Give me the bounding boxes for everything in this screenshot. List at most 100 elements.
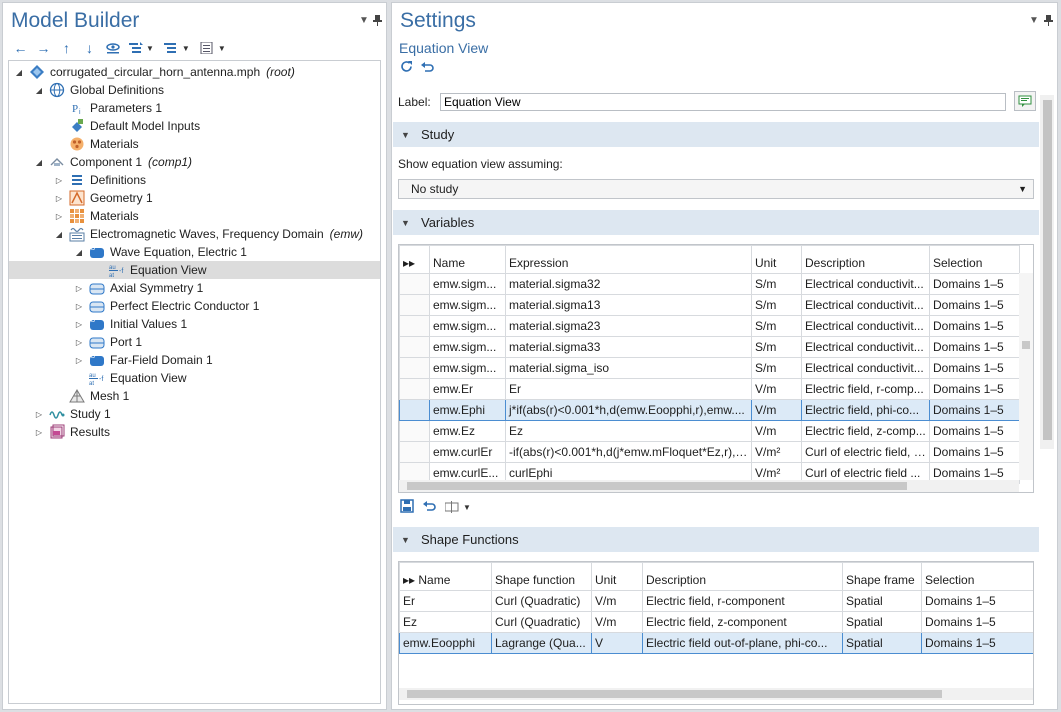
back-arrow-icon[interactable]: ← (11, 39, 30, 57)
pin-icon[interactable] (373, 15, 382, 29)
tree-item[interactable]: ◢ Electromagnetic Waves, Frequency Domain… (9, 225, 380, 243)
table-row[interactable]: emw.Ez Ez V/m Electric field, z-comp... Doma… (399, 420, 1020, 442)
tree-item[interactable]: ◢ D Wave Equation, Electric 1 (9, 243, 380, 261)
tree-item[interactable]: Default Model Inputs (9, 117, 380, 135)
tree-item[interactable]: ▷ Perfect Electric Conductor 1 (9, 297, 380, 315)
table-cell[interactable]: Electrical conductivit... (801, 294, 930, 316)
panel-menu-icon[interactable]: ▼ (359, 15, 369, 26)
row-header[interactable] (399, 336, 430, 358)
table-cell[interactable]: Domains 1–5 (929, 420, 1020, 442)
collapsed-toggle-icon[interactable]: ▷ (73, 282, 85, 294)
table-cell[interactable]: Spatial (842, 632, 922, 654)
table-cell[interactable]: Electric field, r-component (642, 590, 843, 612)
table-cell[interactable]: Electric field, z-component (642, 611, 843, 633)
column-header[interactable]: Expression (505, 245, 752, 274)
variables-vertical-scrollbar[interactable] (1019, 273, 1033, 480)
table-cell[interactable]: Electrical conductivit... (801, 273, 930, 295)
table-cell[interactable]: Domains 1–5 (929, 441, 1020, 463)
tree-item[interactable]: ◢ Component 1 (comp1) (9, 153, 380, 171)
collapsed-toggle-icon[interactable]: ▷ (33, 426, 45, 438)
undo-icon[interactable] (422, 499, 437, 516)
column-header[interactable]: Description (642, 562, 843, 591)
tree-item[interactable]: ▷ D Initial Values 1 (9, 315, 380, 333)
list-view-dropdown-icon[interactable]: ▼ (218, 44, 226, 53)
expand-sections-icon[interactable] (126, 39, 145, 57)
table-row[interactable]: Er Curl (Quadratic) V/m Electric field, r-c… (399, 590, 1033, 612)
tree-item[interactable]: Materials (9, 135, 380, 153)
tree-item[interactable]: ◢ Global Definitions (9, 81, 380, 99)
table-cell[interactable]: Electrical conductivit... (801, 315, 930, 337)
tree-item[interactable]: Pi Parameters 1 (9, 99, 380, 117)
collapsed-toggle-icon[interactable]: ▷ (73, 354, 85, 366)
move-up-icon[interactable]: ↑ (57, 39, 76, 57)
table-cell[interactable]: Spatial (842, 611, 922, 633)
table-cell[interactable]: Electric field, r-comp... (801, 378, 930, 400)
column-header[interactable]: Description (801, 245, 930, 274)
table-cell[interactable]: Domains 1–5 (921, 611, 1033, 633)
table-cell[interactable]: Domains 1–5 (921, 632, 1033, 654)
tree-item[interactable]: ▷ Geometry 1 (9, 189, 380, 207)
table-cell[interactable]: emw.sigm... (429, 336, 506, 358)
table-cell[interactable]: V/m² (751, 441, 802, 463)
table-cell[interactable]: Electrical conductivit... (801, 357, 930, 379)
expand-columns-icon[interactable]: ▸▸ (399, 245, 430, 274)
table-row[interactable]: emw.sigm... material.sigma33 S/m Electrical… (399, 336, 1020, 358)
table-cell[interactable]: V/m (591, 611, 643, 633)
table-cell[interactable]: S/m (751, 315, 802, 337)
tree-item[interactable]: ▷ Definitions (9, 171, 380, 189)
forward-arrow-icon[interactable]: → (34, 39, 53, 57)
table-cell[interactable]: emw.Ez (429, 420, 506, 442)
row-header[interactable] (399, 357, 430, 379)
table-cell[interactable]: Domains 1–5 (929, 357, 1020, 379)
table-cell[interactable]: Ez (399, 611, 492, 633)
table-row[interactable]: Ez Curl (Quadratic) V/m Electric field, z-c… (399, 611, 1033, 633)
save-icon[interactable] (400, 499, 414, 516)
table-cell[interactable]: Curl of electric field, r... (801, 441, 930, 463)
table-cell[interactable]: -if(abs(r)<0.001*h,d(j*emw.mFloquet*Ez,r… (505, 441, 752, 463)
expanded-toggle-icon[interactable]: ◢ (33, 156, 45, 168)
table-cell[interactable]: Domains 1–5 (929, 273, 1020, 295)
expanded-toggle-icon[interactable]: ◢ (53, 228, 65, 240)
settings-pin-icon[interactable] (1044, 15, 1053, 29)
tree-item[interactable]: au at -f Equation View (9, 261, 380, 279)
column-header[interactable]: Name (429, 245, 506, 274)
tree-item[interactable]: ▷ Materials (9, 207, 380, 225)
table-cell[interactable]: material.sigma13 (505, 294, 752, 316)
table-row[interactable]: emw.Ephi j*if(abs(r)<0.001*h,d(emw.Eoopph… (399, 399, 1020, 421)
table-cell[interactable]: emw.sigm... (429, 357, 506, 379)
study-section-header[interactable]: ▼ Study (393, 122, 1039, 147)
collapsed-toggle-icon[interactable]: ▷ (53, 192, 65, 204)
table-cell[interactable]: V/m (591, 590, 643, 612)
tree-item[interactable]: Mesh 1 (9, 387, 380, 405)
tree-item[interactable]: ▷ D Far-Field Domain 1 (9, 351, 380, 369)
table-cell[interactable]: Lagrange (Qua... (491, 632, 592, 654)
collapse-dropdown-icon[interactable]: ▼ (182, 44, 190, 53)
expanded-toggle-icon[interactable]: ◢ (13, 66, 25, 78)
table-cell[interactable]: Domains 1–5 (929, 336, 1020, 358)
table-cell[interactable]: Electric field, phi-co... (801, 399, 930, 421)
variables-horizontal-scrollbar[interactable] (399, 480, 1019, 492)
row-header[interactable] (399, 441, 430, 463)
move-down-icon[interactable]: ↓ (80, 39, 99, 57)
study-select[interactable]: No study ▼ (398, 179, 1034, 199)
row-header[interactable] (399, 399, 430, 421)
table-row[interactable]: emw.Er Er V/m Electric field, r-comp... Doma… (399, 378, 1020, 400)
shape-functions-section-header[interactable]: ▼ Shape Functions (393, 527, 1039, 552)
table-cell[interactable]: Domains 1–5 (929, 378, 1020, 400)
column-header[interactable]: ▸▸ Name (399, 562, 492, 591)
refresh-icon[interactable] (399, 59, 414, 77)
expanded-toggle-icon[interactable]: ◢ (73, 246, 85, 258)
table-cell[interactable]: Ez (505, 420, 752, 442)
table-row[interactable]: emw.sigm... material.sigma_iso S/m Electric… (399, 357, 1020, 379)
tree-item[interactable]: ▷ Port 1 (9, 333, 380, 351)
tree-item[interactable]: ▷ Axial Symmetry 1 (9, 279, 380, 297)
collapse-sections-icon[interactable] (162, 39, 181, 57)
table-cell[interactable]: emw.sigm... (429, 294, 506, 316)
reset-icon[interactable] (420, 59, 435, 77)
row-header[interactable] (399, 420, 430, 442)
table-cell[interactable]: Domains 1–5 (929, 294, 1020, 316)
row-header[interactable] (399, 378, 430, 400)
table-row[interactable]: emw.sigm... material.sigma23 S/m Electrical… (399, 315, 1020, 337)
table-row[interactable]: emw.sigm... material.sigma32 S/m Electrical… (399, 273, 1020, 295)
table-cell[interactable]: S/m (751, 294, 802, 316)
